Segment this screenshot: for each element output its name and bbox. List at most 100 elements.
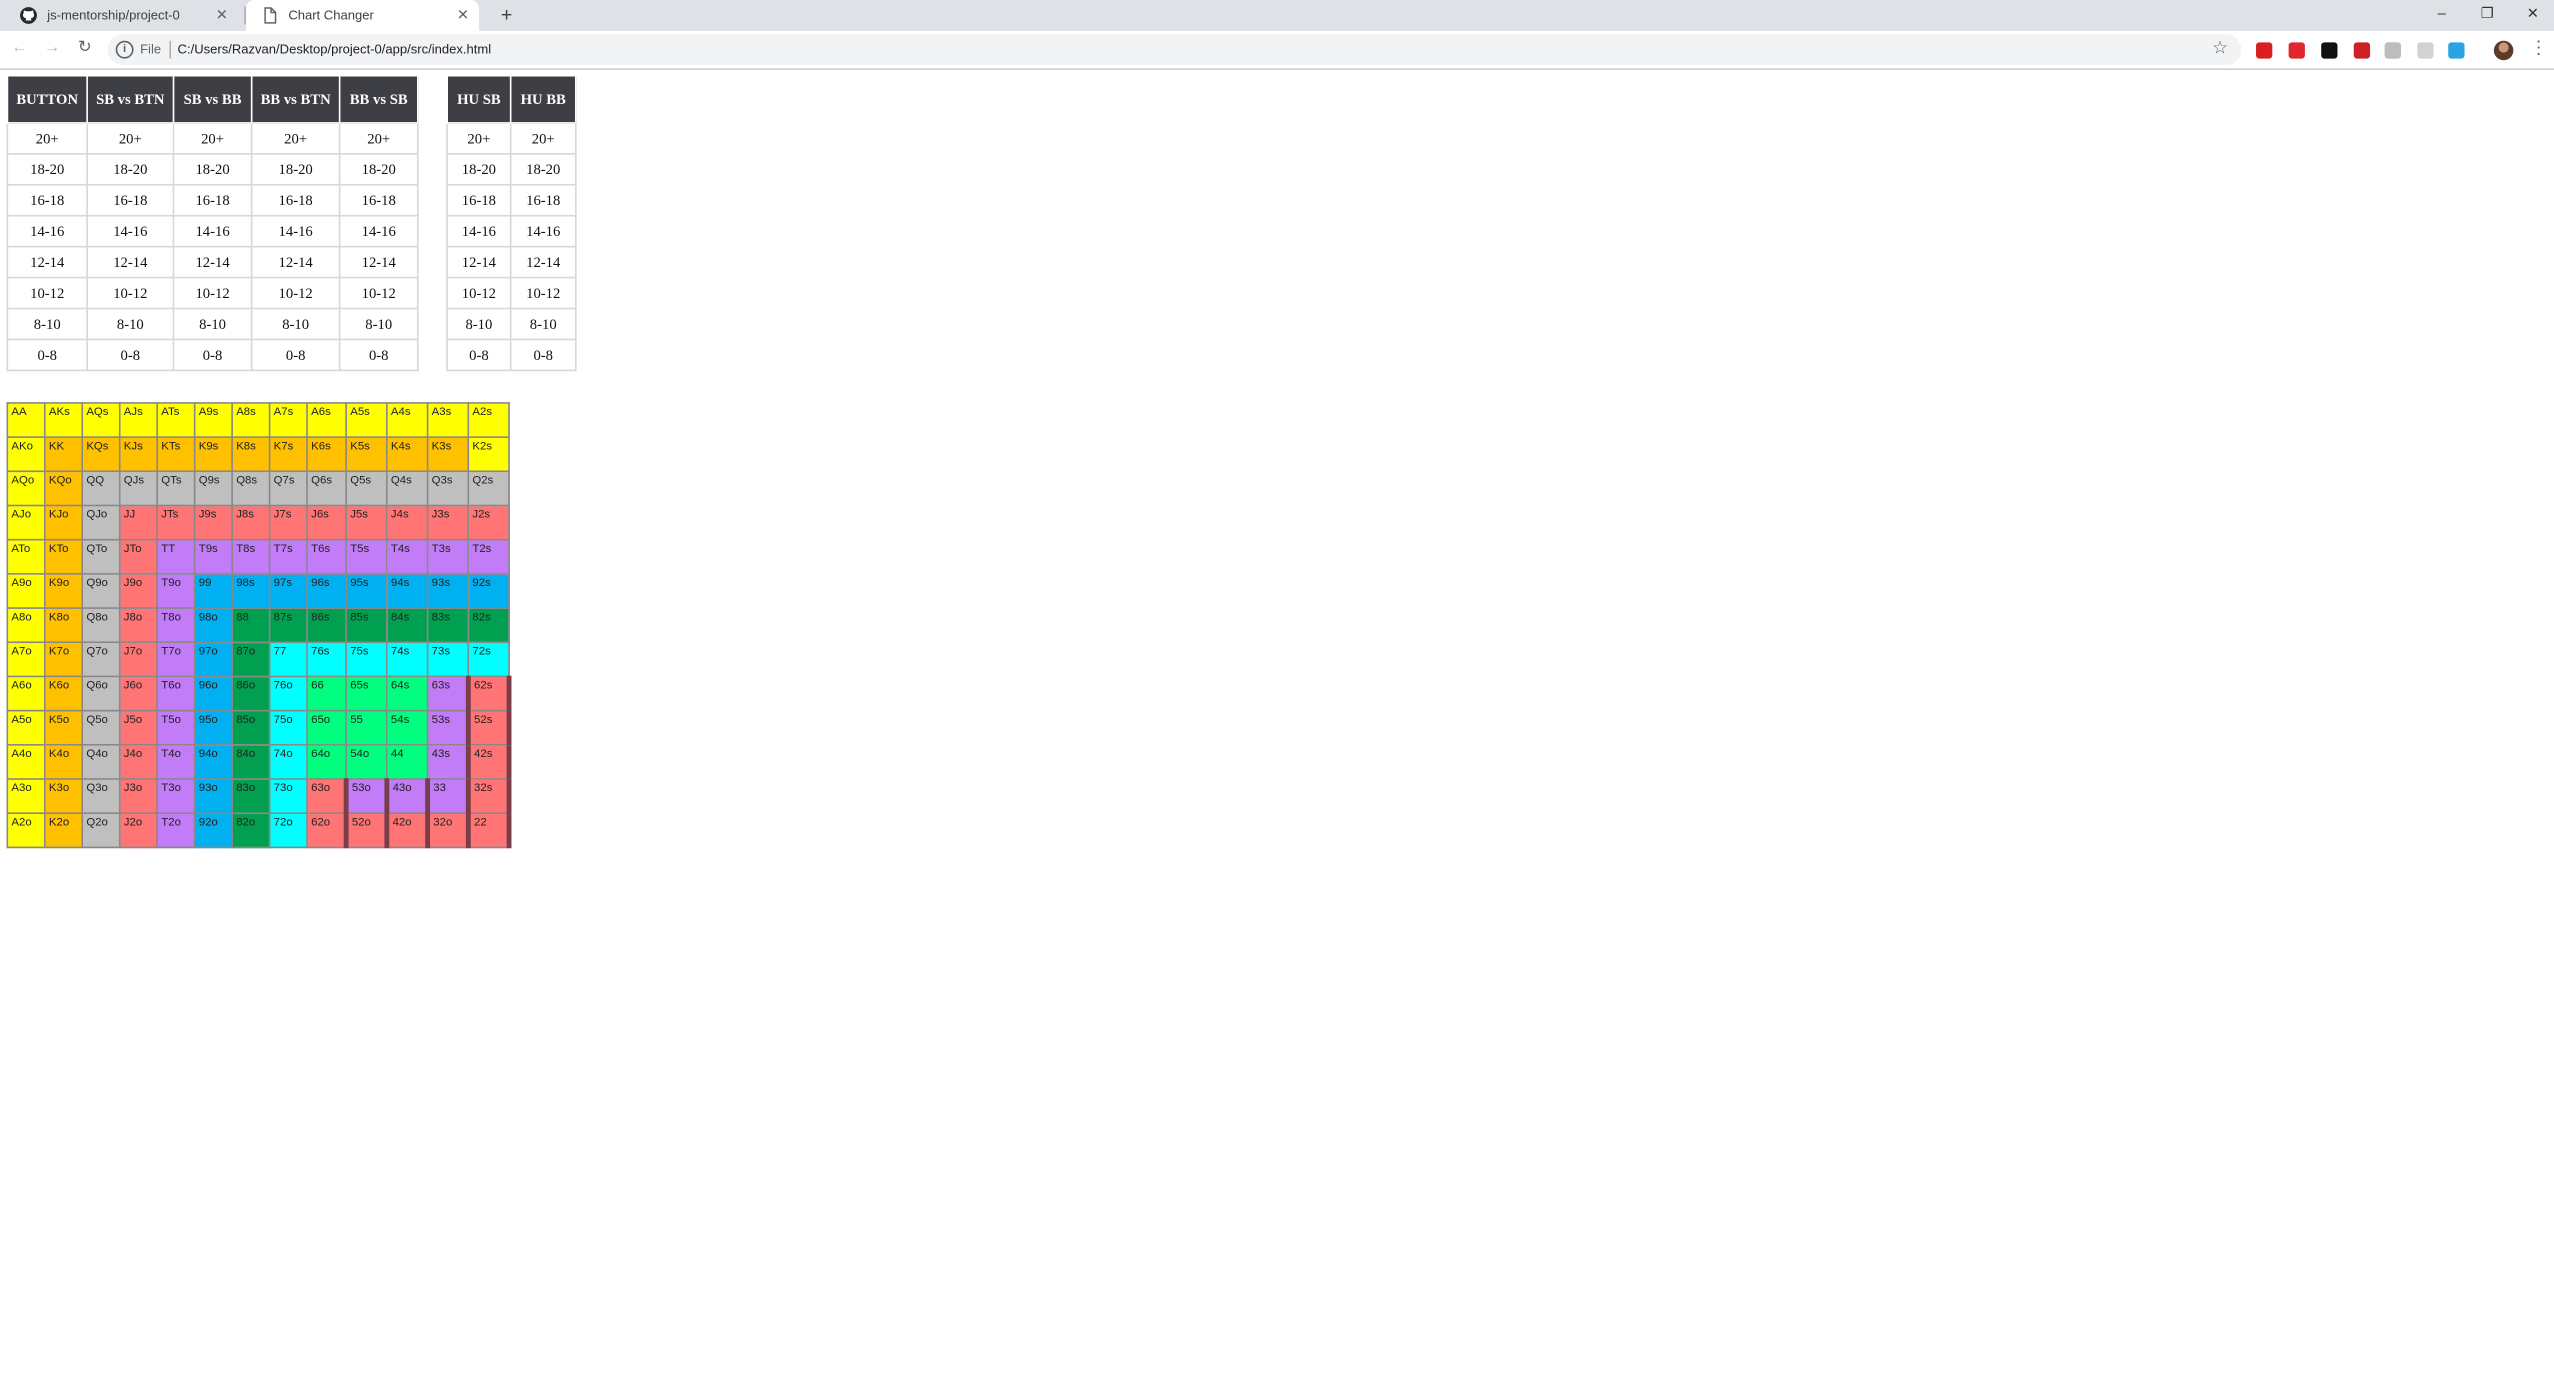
hand-cell[interactable]: AQo <box>6 470 46 507</box>
hand-cell[interactable]: T3o <box>156 778 196 815</box>
stack-range-cell[interactable]: 0-8 <box>86 338 175 372</box>
forward-button[interactable]: → <box>41 37 64 60</box>
stack-range-cell[interactable]: 20+ <box>446 122 512 155</box>
hand-cell[interactable]: K4o <box>43 744 84 780</box>
stack-range-cell[interactable]: 0-8 <box>446 338 512 372</box>
hand-cell[interactable]: 44 <box>386 744 429 780</box>
hand-cell[interactable]: JTo <box>118 538 159 575</box>
hand-cell[interactable]: 99 <box>193 573 233 609</box>
hand-cell[interactable]: 66 <box>306 675 347 712</box>
hand-cell[interactable]: Q4o <box>81 744 121 780</box>
hand-cell[interactable]: 93o <box>193 778 233 815</box>
hand-cell[interactable]: 63s <box>426 675 471 712</box>
hand-cell[interactable]: 87s <box>268 607 308 644</box>
hand-cell[interactable]: 97o <box>193 641 233 678</box>
hand-cell[interactable]: QTs <box>156 470 196 507</box>
stack-range-cell[interactable]: 18-20 <box>446 153 512 186</box>
close-window-button[interactable]: ✕ <box>2512 0 2554 31</box>
stack-range-cell[interactable]: 12-14 <box>86 245 175 279</box>
hand-cell[interactable]: Q5s <box>345 470 388 507</box>
hand-cell[interactable]: K2o <box>43 812 84 849</box>
hand-cell[interactable]: 85o <box>231 709 271 746</box>
hand-cell[interactable]: 43o <box>386 778 431 815</box>
hand-cell[interactable]: AQs <box>81 402 121 438</box>
hand-cell[interactable]: A2o <box>6 812 46 849</box>
hand-cell[interactable]: 95s <box>345 573 388 609</box>
hand-cell[interactable]: Q8o <box>81 607 121 644</box>
hand-cell[interactable]: J4s <box>386 504 429 541</box>
stack-range-cell[interactable]: 10-12 <box>6 276 88 310</box>
hand-cell[interactable]: AKs <box>43 402 84 438</box>
hand-cell[interactable]: A7o <box>6 641 46 678</box>
address-bar[interactable]: i File C:/Users/Razvan/Desktop/project-0… <box>107 34 2242 66</box>
hand-cell[interactable]: 33 <box>426 778 471 815</box>
hand-cell[interactable]: A9o <box>6 573 46 609</box>
stack-range-cell[interactable]: 10-12 <box>446 276 512 310</box>
stack-range-cell[interactable]: 10-12 <box>338 276 419 310</box>
stack-range-cell[interactable]: 8-10 <box>446 307 512 341</box>
hand-cell[interactable]: 98o <box>193 607 233 644</box>
stack-range-cell[interactable]: 18-20 <box>250 153 341 186</box>
new-tab-button[interactable]: + <box>495 0 518 31</box>
hand-cell[interactable]: A6s <box>306 402 347 438</box>
hand-cell[interactable]: KJo <box>43 504 84 541</box>
stack-range-cell[interactable]: 8-10 <box>6 307 88 341</box>
stack-range-cell[interactable]: 16-18 <box>250 183 341 217</box>
stack-range-cell[interactable]: 12-14 <box>338 245 419 279</box>
hand-cell[interactable]: 42o <box>386 812 431 849</box>
hand-cell[interactable]: QJo <box>81 504 121 541</box>
hand-cell[interactable]: T4o <box>156 744 196 780</box>
stack-range-cell[interactable]: 10-12 <box>172 276 253 310</box>
hand-cell[interactable]: K7o <box>43 641 84 678</box>
stack-range-cell[interactable]: 0-8 <box>338 338 419 372</box>
hand-cell[interactable]: A4s <box>386 402 429 438</box>
menu-icon[interactable]: ⋮ <box>2530 37 2548 60</box>
hand-cell[interactable]: T8s <box>231 538 271 575</box>
stack-range-cell[interactable]: 16-18 <box>172 183 253 217</box>
hand-cell[interactable]: A7s <box>268 402 308 438</box>
stack-range-cell[interactable]: 18-20 <box>338 153 419 186</box>
hand-cell[interactable]: 75o <box>268 709 308 746</box>
stack-range-cell[interactable]: 8-10 <box>338 307 419 341</box>
stack-range-cell[interactable]: 10-12 <box>86 276 175 310</box>
stack-range-cell[interactable]: 12-14 <box>172 245 253 279</box>
hand-cell[interactable]: J3o <box>118 778 159 815</box>
hand-cell[interactable]: K5s <box>345 436 388 473</box>
hand-cell[interactable]: K7s <box>268 436 308 473</box>
hand-cell[interactable]: 94o <box>193 744 233 780</box>
hand-cell[interactable]: ATs <box>156 402 196 438</box>
hand-cell[interactable]: TT <box>156 538 196 575</box>
stack-range-cell[interactable]: 14-16 <box>172 214 253 248</box>
hand-cell[interactable]: KK <box>43 436 84 473</box>
stack-range-cell[interactable]: 18-20 <box>86 153 175 186</box>
restore-button[interactable]: ❐ <box>2466 0 2508 31</box>
hand-cell[interactable]: 55 <box>345 709 388 746</box>
stack-range-cell[interactable]: 16-18 <box>86 183 175 217</box>
hand-cell[interactable]: J2o <box>118 812 159 849</box>
stack-range-cell[interactable]: 20+ <box>172 122 253 155</box>
hand-cell[interactable]: T8o <box>156 607 196 644</box>
hand-cell[interactable]: K9s <box>193 436 233 473</box>
hand-cell[interactable]: 64s <box>386 675 429 712</box>
hand-cell[interactable]: 62s <box>467 675 512 712</box>
hand-cell[interactable]: 83s <box>426 607 470 644</box>
stack-range-cell[interactable]: 16-18 <box>6 183 88 217</box>
hand-cell[interactable]: 83o <box>231 778 271 815</box>
stack-range-cell[interactable]: 16-18 <box>509 183 577 217</box>
hand-cell[interactable]: A9s <box>193 402 233 438</box>
file-extension-icon[interactable] <box>2417 42 2434 59</box>
hand-cell[interactable]: AKo <box>6 436 46 473</box>
hand-cell[interactable]: KTo <box>43 538 84 575</box>
hand-cell[interactable]: J4o <box>118 744 159 780</box>
hand-cell[interactable]: T3s <box>426 538 470 575</box>
hand-cell[interactable]: Q7o <box>81 641 121 678</box>
stack-range-cell[interactable]: 0-8 <box>250 338 341 372</box>
hand-cell[interactable]: 75s <box>345 641 388 678</box>
hand-cell[interactable]: Q6o <box>81 675 121 712</box>
stack-range-cell[interactable]: 20+ <box>6 122 88 155</box>
hand-cell[interactable]: K3o <box>43 778 84 815</box>
hand-cell[interactable]: T9o <box>156 573 196 609</box>
hand-cell[interactable]: J3s <box>426 504 470 541</box>
hand-cell[interactable]: T2o <box>156 812 196 849</box>
hand-cell[interactable]: T4s <box>386 538 429 575</box>
